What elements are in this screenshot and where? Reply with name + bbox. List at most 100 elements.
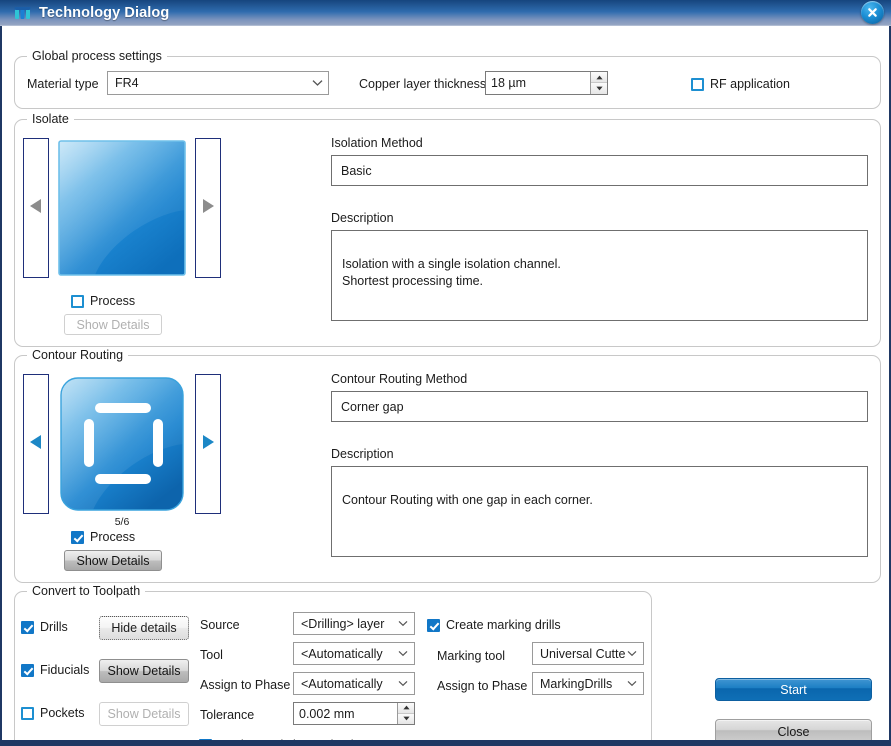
isolate-prev-button[interactable] <box>23 138 49 278</box>
chevron-down-icon <box>396 650 410 657</box>
fiducials-checkbox[interactable]: Fiducials <box>21 663 89 677</box>
tolerance-value: 0.002 mm <box>299 706 355 721</box>
arrow-right-icon <box>201 198 215 219</box>
isolate-group: Isolate Process Show Details Isolation M… <box>14 112 881 347</box>
contour-routing-legend: Contour Routing <box>27 348 129 363</box>
close-button-label: Close <box>777 724 810 739</box>
app-logo-icon <box>14 5 31 22</box>
contour-show-details-label: Show Details <box>76 553 150 568</box>
isolate-show-details-label: Show Details <box>76 317 150 332</box>
pockets-label: Pockets <box>40 706 85 720</box>
material-type-value: FR4 <box>115 76 139 90</box>
marking-assign-to-phase-label: Assign to Phase <box>437 679 528 693</box>
spin-down-icon[interactable] <box>591 83 607 94</box>
chevron-down-icon <box>310 79 324 87</box>
pockets-details-label: Show Details <box>107 707 181 721</box>
title-bar: Technology Dialog <box>0 0 891 26</box>
tool-label: Tool <box>200 648 223 662</box>
global-process-settings-group: Global process settings Material type FR… <box>14 49 881 109</box>
contour-routing-method-label: Contour Routing Method <box>331 372 468 386</box>
copper-layer-thickness-label: Copper layer thickness <box>359 77 487 91</box>
marking-assign-to-phase-select[interactable]: MarkingDrills <box>532 672 644 695</box>
drills-checkbox[interactable]: Drills <box>21 620 68 634</box>
fiducials-details-label: Show Details <box>107 664 181 678</box>
assign-to-phase-label: Assign to Phase <box>200 678 291 692</box>
copper-thickness-spin-buttons[interactable] <box>590 72 607 94</box>
fiducials-details-button[interactable]: Show Details <box>99 659 189 683</box>
tolerance-spin-buttons[interactable] <box>397 703 414 724</box>
marking-tool-label: Marking tool <box>437 649 506 663</box>
arrow-right-icon <box>201 434 215 455</box>
spin-up-icon[interactable] <box>398 703 414 714</box>
replace-existing-check-box <box>199 738 212 740</box>
isolation-description-label: Description <box>331 211 394 225</box>
contour-prev-button[interactable] <box>23 374 49 514</box>
create-marking-drills-check-box <box>427 618 440 632</box>
chevron-down-icon <box>396 620 410 627</box>
contour-process-label: Process <box>90 530 136 544</box>
global-settings-legend: Global process settings <box>27 49 167 64</box>
contour-description-text: Contour Routing with one gap in each cor… <box>342 493 593 507</box>
tolerance-label: Tolerance <box>200 708 255 722</box>
convert-to-toolpath-group: Convert to Toolpath Drills Hide details … <box>14 584 652 740</box>
chevron-down-icon <box>625 680 639 687</box>
rf-application-check-box <box>691 77 704 91</box>
spin-down-icon[interactable] <box>398 713 414 724</box>
contour-description-box: Contour Routing with one gap in each cor… <box>331 466 868 557</box>
start-button[interactable]: Start <box>715 678 872 701</box>
create-marking-drills-label: Create marking drills <box>446 618 561 632</box>
convert-to-toolpath-legend: Convert to Toolpath <box>27 584 146 599</box>
replace-existing-toolpath-checkbox[interactable]: Replace existing toolpath <box>199 738 358 740</box>
source-select[interactable]: <Drilling> layer <box>293 612 415 635</box>
isolate-preview-image <box>57 138 187 278</box>
tool-select[interactable]: <Automatically <box>293 642 415 665</box>
isolate-show-details-button[interactable]: Show Details <box>64 314 162 335</box>
arrow-left-icon <box>29 434 43 455</box>
source-label: Source <box>200 618 240 632</box>
marking-assign-to-phase-value: MarkingDrills <box>540 676 613 691</box>
fiducials-label: Fiducials <box>40 663 90 677</box>
dialog-client-area: Global process settings Material type FR… <box>2 26 889 740</box>
contour-process-checkbox[interactable]: Process <box>71 530 135 544</box>
isolate-legend: Isolate <box>27 112 74 127</box>
assign-to-phase-value: <Automatically <box>301 676 383 691</box>
close-icon[interactable] <box>861 1 884 24</box>
tolerance-stepper[interactable]: 0.002 mm <box>293 702 415 725</box>
pockets-details-button[interactable]: Show Details <box>99 702 189 726</box>
isolation-method-value: Basic <box>341 163 372 178</box>
spin-up-icon[interactable] <box>591 72 607 83</box>
contour-next-button[interactable] <box>195 374 221 514</box>
material-type-select[interactable]: FR4 <box>107 71 329 95</box>
isolate-process-check-box <box>71 294 84 308</box>
pockets-check-box <box>21 706 34 720</box>
drills-details-button[interactable]: Hide details <box>99 616 189 640</box>
contour-description-label: Description <box>331 447 394 461</box>
contour-show-details-button[interactable]: Show Details <box>64 550 162 571</box>
drills-label: Drills <box>40 620 68 634</box>
copper-layer-thickness-stepper[interactable]: 18 µm <box>485 71 608 95</box>
contour-process-check-box <box>71 530 84 544</box>
create-marking-drills-checkbox[interactable]: Create marking drills <box>427 618 561 632</box>
isolation-description-text: Isolation with a single isolation channe… <box>342 257 561 288</box>
isolate-process-checkbox[interactable]: Process <box>71 294 135 308</box>
contour-routing-preview-image <box>57 374 187 514</box>
chevron-down-icon <box>396 680 410 687</box>
rf-application-checkbox[interactable]: RF application <box>691 77 790 91</box>
contour-routing-method-value: Corner gap <box>341 399 404 414</box>
material-type-label: Material type <box>27 77 99 91</box>
source-value: <Drilling> layer <box>301 616 385 631</box>
contour-routing-group: Contour Routing 5/6 Process Show Details… <box>14 348 881 583</box>
fiducials-check-box <box>21 663 34 677</box>
assign-to-phase-select[interactable]: <Automatically <box>293 672 415 695</box>
start-button-label: Start <box>780 682 807 697</box>
close-button[interactable]: Close <box>715 719 872 740</box>
marking-tool-select[interactable]: Universal Cutter <box>532 642 644 665</box>
isolation-method-field[interactable]: Basic <box>331 155 868 186</box>
technology-dialog-window: Technology Dialog Global process setting… <box>0 0 891 746</box>
isolation-description-box: Isolation with a single isolation channe… <box>331 230 868 321</box>
isolate-next-button[interactable] <box>195 138 221 278</box>
rf-application-label: RF application <box>710 77 790 91</box>
copper-layer-thickness-value: 18 µm <box>491 76 526 90</box>
contour-routing-method-field[interactable]: Corner gap <box>331 391 868 422</box>
pockets-checkbox[interactable]: Pockets <box>21 706 84 720</box>
